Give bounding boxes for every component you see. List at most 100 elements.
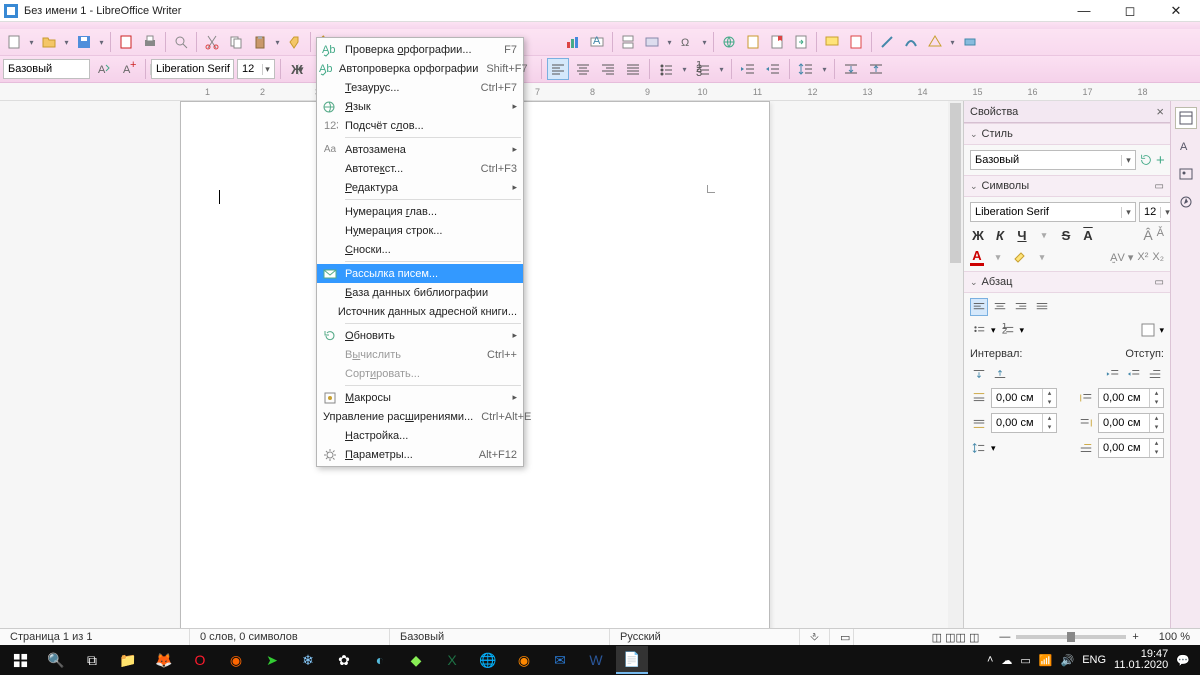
para-align-justify[interactable] (1033, 298, 1051, 316)
paste-button[interactable] (249, 31, 271, 53)
field-dropdown[interactable]: ▾ (665, 38, 674, 47)
menu-item[interactable]: Редактура▸ (317, 178, 523, 197)
indent-right-value[interactable] (1099, 417, 1149, 429)
bold-button[interactable]: Ж (286, 58, 308, 80)
keyboard-lang[interactable]: ENG (1082, 654, 1106, 666)
firstline-indent[interactable] (1146, 365, 1164, 383)
align-justify-button[interactable] (622, 58, 644, 80)
bullet-dropdown[interactable]: ▾ (680, 65, 689, 74)
decrease-indent-button[interactable] (762, 58, 784, 80)
curve-button[interactable] (900, 31, 922, 53)
save-dropdown[interactable]: ▾ (97, 38, 106, 47)
char-size-combo[interactable]: ▾ (1139, 202, 1170, 222)
space-below-value[interactable] (992, 417, 1042, 429)
menu-item[interactable]: AaАвтозамена▸ (317, 140, 523, 159)
battery-tray-icon[interactable]: ▭ (1020, 654, 1030, 667)
char-spacing-button[interactable]: A͍V ▾ (1110, 251, 1133, 264)
para-align-right[interactable] (1012, 298, 1030, 316)
para-align-center[interactable] (991, 298, 1009, 316)
view-layout-status[interactable]: ◫ ◫◫ ◫ (922, 629, 990, 645)
menu-item[interactable]: Настройка... (317, 426, 523, 445)
copy-button[interactable] (225, 31, 247, 53)
minimize-button[interactable]: — (1064, 1, 1104, 21)
more-options-icon[interactable]: ▭ (1155, 277, 1164, 288)
indent-left-spin[interactable]: ▴▾ (1098, 388, 1164, 408)
new-doc-button[interactable] (3, 31, 25, 53)
align-right-button[interactable] (597, 58, 619, 80)
app-task-5[interactable]: ◐ (364, 646, 396, 674)
more-options-icon[interactable]: ▭ (1155, 181, 1164, 192)
char-font-combo[interactable]: ▾ (970, 202, 1136, 222)
line-button[interactable] (876, 31, 898, 53)
space-above-inc[interactable] (970, 365, 988, 383)
menu-item[interactable]: Автотекст...Ctrl+F3 (317, 159, 523, 178)
cross-ref-button[interactable] (790, 31, 812, 53)
menu-item[interactable]: Язык▸ (317, 97, 523, 116)
vertical-scrollbar[interactable] (948, 101, 963, 638)
highlight-dropdown[interactable]: ▾ (1034, 252, 1050, 263)
decrease-para-space-button[interactable] (865, 58, 887, 80)
search-button[interactable]: 🔍 (40, 646, 72, 674)
special-char-dropdown[interactable]: ▾ (700, 38, 709, 47)
underline-dropdown[interactable]: ▾ (1036, 230, 1052, 241)
font-name-combo[interactable]: ▾ (151, 59, 234, 79)
zoom-value[interactable]: 100 % (1149, 629, 1200, 645)
sidebar-close-button[interactable]: × (1156, 104, 1164, 119)
font-color-button[interactable]: A (970, 248, 984, 266)
space-above-value[interactable] (992, 392, 1042, 404)
clock[interactable]: 19:47 11.01.2020 (1114, 649, 1168, 671)
export-pdf-button[interactable] (115, 31, 137, 53)
volume-tray-icon[interactable]: 🔊 (1061, 654, 1075, 667)
styles-tab[interactable]: A (1175, 135, 1197, 157)
paste-dropdown[interactable]: ▾ (273, 38, 282, 47)
opera-task[interactable]: O (184, 646, 216, 674)
menu-bar[interactable] (0, 22, 1200, 29)
maximize-button[interactable]: ◻ (1110, 1, 1150, 21)
special-char-button[interactable]: Ω (676, 31, 698, 53)
menu-item[interactable]: Управление расширениями...Ctrl+Alt+E (317, 407, 523, 426)
space-above-dec[interactable] (991, 365, 1009, 383)
symbols-section-head[interactable]: ⌄ Символы ▭ (964, 175, 1170, 197)
task-view-button[interactable]: ⧉ (76, 646, 108, 674)
zoom-control[interactable]: —+ (989, 629, 1148, 645)
font-name-input[interactable] (156, 61, 298, 78)
wifi-tray-icon[interactable]: 📶 (1039, 654, 1053, 667)
firstline-indent-spin[interactable]: ▴▾ (1098, 438, 1164, 458)
menu-item[interactable]: Параметры...Alt+F12 (317, 445, 523, 464)
file-explorer-task[interactable]: 📁 (112, 646, 144, 674)
excel-task[interactable]: X (436, 646, 468, 674)
open-dropdown[interactable]: ▾ (62, 38, 71, 47)
paragraph-section-head[interactable]: ⌄ Абзац ▭ (964, 271, 1170, 293)
basic-shapes-button[interactable] (924, 31, 946, 53)
spacing-dropdown[interactable]: ▾ (820, 65, 829, 74)
menu-item[interactable]: Рассылка писем... (317, 264, 523, 283)
spacing-sb-dropdown[interactable]: ▾ (991, 443, 996, 454)
properties-tab[interactable] (1175, 107, 1197, 129)
menu-item[interactable]: Нумерация строк... (317, 221, 523, 240)
close-button[interactable]: ✕ (1156, 1, 1196, 21)
insert-mode-status[interactable]: ⎀ (800, 629, 830, 645)
word-task[interactable]: W (580, 646, 612, 674)
app-task-7[interactable]: ◉ (508, 646, 540, 674)
page-break-button[interactable] (617, 31, 639, 53)
number-list-button[interactable]: 123 (692, 58, 714, 80)
space-above-spin[interactable]: ▴▾ (991, 388, 1057, 408)
line-spacing-sb[interactable] (970, 439, 988, 457)
footnote-button[interactable] (742, 31, 764, 53)
superscript-button[interactable]: X² (1137, 251, 1148, 264)
chrome-task[interactable]: 🌐 (472, 646, 504, 674)
new-style-button[interactable]: A+ (118, 58, 140, 80)
comment-button[interactable] (821, 31, 843, 53)
bgcolor-dropdown[interactable]: ▾ (1159, 325, 1164, 336)
outlook-task[interactable]: ✉ (544, 646, 576, 674)
menu-item[interactable]: База данных библиографии (317, 283, 523, 302)
writer-task[interactable]: 📄 (616, 646, 648, 674)
onedrive-tray-icon[interactable]: ☁ (1001, 654, 1012, 667)
textbox-button[interactable]: A (586, 31, 608, 53)
space-below-spin[interactable]: ▴▾ (991, 413, 1057, 433)
field-button[interactable] (641, 31, 663, 53)
cut-button[interactable] (201, 31, 223, 53)
update-style-icon[interactable] (1139, 151, 1153, 169)
number-sb-dropdown[interactable]: ▾ (1020, 325, 1025, 336)
draw-functions-button[interactable] (959, 31, 981, 53)
